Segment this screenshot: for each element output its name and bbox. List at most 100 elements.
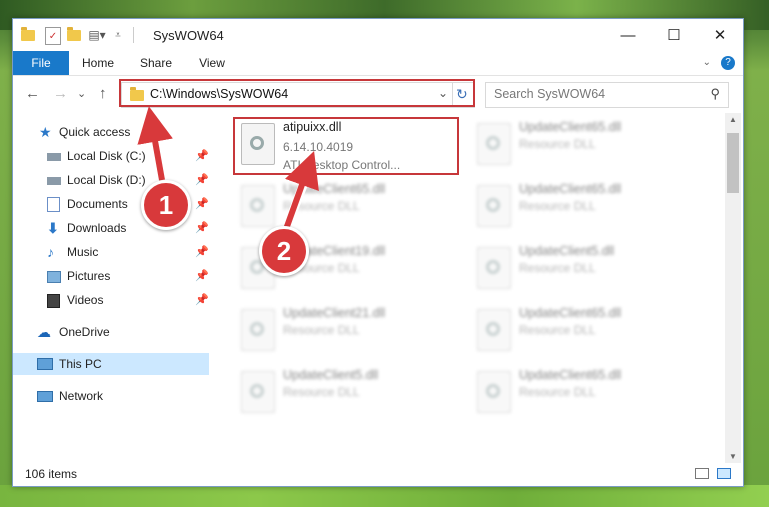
quick-access-dropdown-icon[interactable]: ⩡	[113, 27, 123, 43]
recent-locations-button[interactable]: ⌄	[77, 87, 86, 100]
file-item[interactable]: UpdateClient65.dll Resource DLL	[471, 365, 703, 423]
navigation-bar: ← → ⌄ ↑ C:\Windows\SysWOW64 ⌄ ↻ Search S…	[13, 76, 743, 112]
minimize-button[interactable]: —	[605, 19, 651, 51]
new-folder-icon[interactable]	[67, 26, 81, 43]
pin-icon[interactable]: 📌	[195, 145, 209, 167]
up-button[interactable]: ↑	[99, 85, 107, 102]
file-highlight-box	[233, 117, 459, 175]
ribbon-tabs: File Home Share View ⌄ ?	[13, 51, 743, 76]
file-item[interactable]: UpdateClient21.dll Resource DLL	[235, 303, 467, 361]
sidebar-item-label: Pictures	[67, 269, 111, 283]
music-icon: ♪	[47, 244, 54, 260]
title-bar: ✓ ▤▾ ⩡ SysWOW64 — ☐ ✕	[13, 19, 743, 51]
sidebar-item-label: Quick access	[59, 125, 131, 139]
scrollbar-thumb[interactable]	[727, 133, 739, 193]
tab-home[interactable]: Home	[75, 51, 121, 75]
sidebar-item-label: OneDrive	[59, 325, 110, 339]
file-item[interactable]: UpdateClient65.dll Resource DLL	[235, 179, 467, 237]
pin-icon[interactable]: 📌	[195, 193, 209, 215]
dll-file-icon	[477, 371, 511, 413]
item-count: 106 items	[25, 467, 78, 481]
sidebar-item-pictures[interactable]: Pictures 📌	[13, 265, 209, 287]
star-icon: ★	[39, 124, 52, 140]
pin-icon[interactable]: 📌	[195, 217, 209, 239]
file-explorer-window: ✓ ▤▾ ⩡ SysWOW64 — ☐ ✕ File Home Share Vi…	[12, 18, 744, 487]
step-2-badge: 2	[259, 226, 309, 276]
tab-share[interactable]: Share	[133, 51, 179, 75]
sidebar-item-label: Videos	[67, 293, 104, 307]
drive-icon	[47, 153, 61, 161]
file-name: UpdateClient65.dll	[519, 306, 622, 320]
download-icon: ⬇	[47, 220, 59, 236]
expand-ribbon-icon[interactable]: ⌄	[703, 57, 711, 68]
dll-file-icon	[241, 371, 275, 413]
scroll-up-icon[interactable]: ▲	[729, 115, 737, 124]
forward-button[interactable]: →	[53, 85, 68, 102]
file-name: UpdateClient65.dll	[283, 182, 386, 196]
scroll-down-icon[interactable]: ▼	[729, 452, 737, 461]
sidebar-item-music[interactable]: ♪ Music 📌	[13, 241, 209, 263]
file-type: Resource DLL	[519, 199, 596, 213]
sidebar-item-videos[interactable]: Videos 📌	[13, 289, 209, 311]
address-highlight-box	[119, 79, 475, 107]
folder-icon	[21, 26, 35, 43]
maximize-button[interactable]: ☐	[651, 19, 697, 51]
search-icon[interactable]: ⚲	[710, 86, 720, 102]
close-button[interactable]: ✕	[697, 19, 743, 51]
documents-icon	[47, 197, 60, 212]
file-name: UpdateClient5.dll	[283, 368, 379, 382]
help-icon[interactable]: ?	[721, 56, 735, 70]
file-type: Resource DLL	[519, 385, 596, 399]
step-1-badge: 1	[141, 180, 191, 230]
sidebar-item-label: Network	[59, 389, 104, 403]
sidebar-item-network[interactable]: Network	[13, 385, 209, 407]
file-name: UpdateClient5.dll	[519, 244, 615, 258]
dll-file-icon	[241, 185, 275, 227]
tab-file[interactable]: File	[13, 51, 69, 75]
file-item[interactable]: UpdateClient5.dll Resource DLL	[471, 241, 703, 299]
file-type: Resource DLL	[283, 199, 360, 213]
search-box[interactable]: Search SysWOW64 ⚲	[485, 82, 729, 108]
dll-file-icon	[477, 185, 511, 227]
dll-file-icon	[477, 247, 511, 289]
file-name: UpdateClient65.dll	[519, 182, 622, 196]
customize-quick-access-icon[interactable]: ▤▾	[87, 27, 107, 43]
sidebar-item-label: Music	[67, 245, 99, 259]
vertical-scrollbar[interactable]: ▲ ▼	[725, 113, 741, 463]
properties-icon[interactable]: ✓	[45, 27, 61, 45]
file-item[interactable]: UpdateClient65.dll Resource DLL	[471, 179, 703, 237]
file-name: UpdateClient65.dll	[519, 368, 622, 382]
sidebar-item-quick-access[interactable]: ★ Quick access	[13, 121, 209, 143]
large-icons-view-icon[interactable]	[717, 468, 731, 479]
sidebar-item-local-disk-c[interactable]: Local Disk (C:) 📌	[13, 145, 209, 167]
dll-file-icon	[477, 123, 511, 165]
pin-icon[interactable]: 📌	[195, 265, 209, 287]
title-divider	[133, 27, 134, 43]
pin-icon[interactable]: 📌	[195, 289, 209, 311]
file-item[interactable]: UpdateClient65.dll Resource DLL	[471, 303, 703, 361]
file-type: Resource DLL	[519, 323, 596, 337]
tab-view[interactable]: View	[189, 51, 235, 75]
file-type: Resource DLL	[283, 385, 360, 399]
file-type: Resource DLL	[519, 137, 596, 151]
details-view-icon[interactable]	[695, 468, 709, 479]
file-item[interactable]: UpdateClient65.dll Resource DLL	[471, 117, 703, 175]
file-list: atipuixx.dll 6.14.10.4019 ATI Desktop Co…	[213, 113, 725, 463]
sidebar-item-label: Documents	[67, 197, 128, 211]
sidebar-item-onedrive[interactable]: ☁ OneDrive	[13, 321, 209, 343]
sidebar-item-this-pc[interactable]: This PC	[13, 353, 209, 375]
file-name: UpdateClient65.dll	[519, 120, 622, 134]
computer-icon	[37, 358, 53, 370]
dll-file-icon	[241, 309, 275, 351]
sidebar-item-label: Local Disk (C:)	[67, 149, 146, 163]
navigation-pane: ★ Quick access Local Disk (C:) 📌 Local D…	[13, 113, 209, 463]
search-input[interactable]: Search SysWOW64	[494, 87, 605, 101]
drive-icon	[47, 177, 61, 185]
network-icon	[37, 391, 53, 402]
pin-icon[interactable]: 📌	[195, 241, 209, 263]
status-bar: 106 items	[13, 463, 743, 485]
pictures-icon	[47, 271, 61, 283]
back-button[interactable]: ←	[25, 85, 40, 102]
file-item[interactable]: UpdateClient5.dll Resource DLL	[235, 365, 467, 423]
pin-icon[interactable]: 📌	[195, 169, 209, 191]
